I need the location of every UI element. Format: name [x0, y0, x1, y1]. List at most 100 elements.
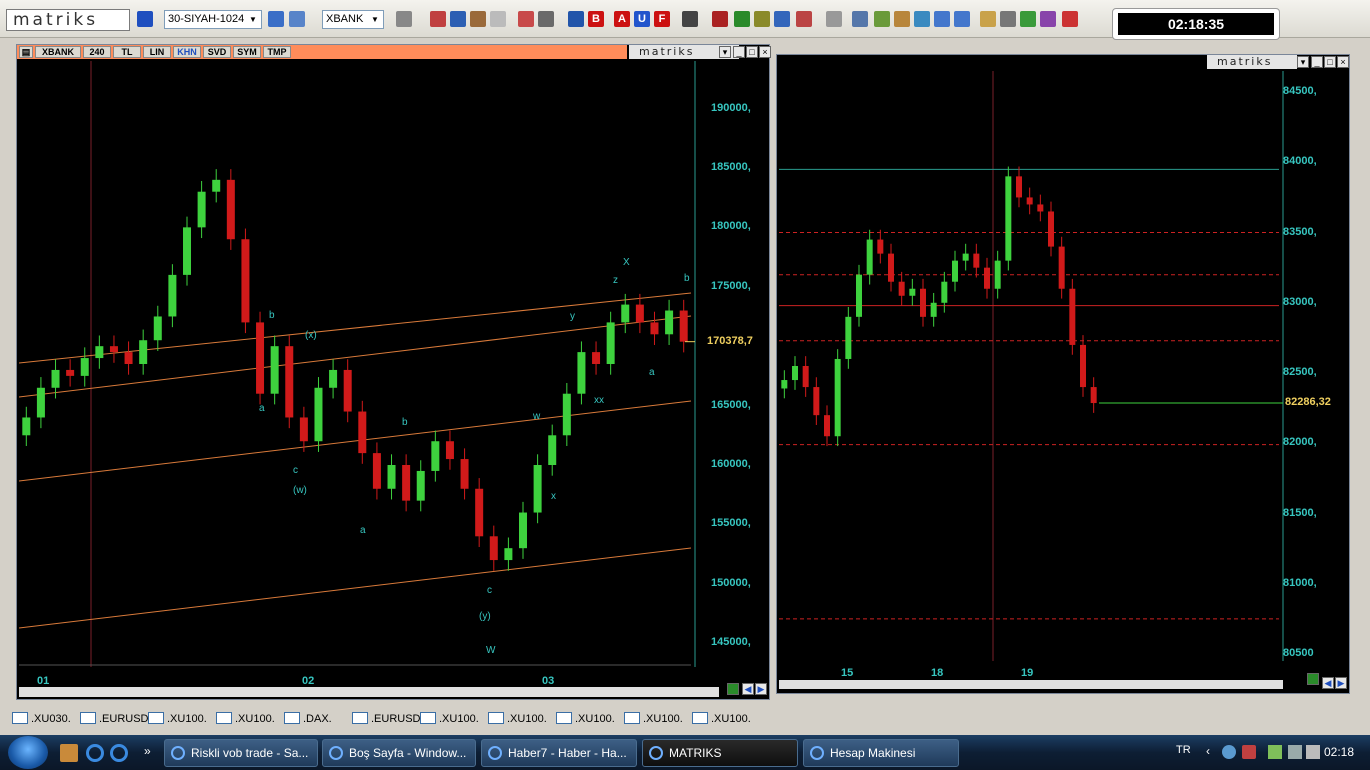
u-icon[interactable]: U	[634, 11, 650, 27]
a-icon[interactable]: A	[614, 11, 630, 27]
symbol-tab[interactable]: .XU030.	[12, 712, 71, 725]
wave-label: w	[533, 411, 541, 422]
chart-line-icon[interactable]	[430, 11, 446, 27]
symbol-tab[interactable]: .XU100.	[488, 712, 547, 725]
symbol-tab[interactable]: .XU100.	[148, 712, 207, 725]
horizontal-scrollbar[interactable]	[779, 680, 1283, 689]
chart-icon	[556, 712, 572, 724]
taskbar-button[interactable]: Haber7 - Haber - Ha...	[481, 739, 637, 767]
candle-body	[445, 441, 454, 460]
candle-body	[888, 253, 894, 282]
money-icon[interactable]	[734, 11, 750, 27]
scroll-left-icon[interactable]: ◀	[742, 683, 754, 695]
taskbar-button[interactable]: Riskli vob trade - Sa...	[164, 739, 318, 767]
restore-icon[interactable]	[954, 11, 970, 27]
print-icon[interactable]	[1000, 11, 1016, 27]
symbol-tab[interactable]: .EURUSD.	[80, 712, 152, 725]
users-icon[interactable]	[874, 11, 890, 27]
dropdown-icon[interactable]: ▾	[719, 46, 731, 58]
scroll-right-icon[interactable]: ▶	[755, 683, 767, 695]
eye-icon[interactable]	[712, 11, 728, 27]
refresh-icon[interactable]	[727, 683, 739, 695]
clock-icon[interactable]	[490, 11, 506, 27]
save-icon[interactable]	[137, 11, 153, 27]
maximize-button[interactable]: □	[1324, 56, 1336, 68]
b-icon[interactable]: B	[588, 11, 604, 27]
symbol-tab[interactable]: .XU100.	[556, 712, 615, 725]
message-icon[interactable]	[1040, 11, 1056, 27]
f-icon[interactable]: F	[654, 11, 670, 27]
maximize-button[interactable]: □	[746, 46, 758, 58]
tab-svd[interactable]: SVD	[203, 46, 231, 58]
alarm-icon[interactable]	[796, 11, 812, 27]
mail-icon[interactable]	[980, 11, 996, 27]
refresh-icon[interactable]	[1307, 673, 1319, 685]
calculator-icon[interactable]	[518, 11, 534, 27]
chevron-left-icon[interactable]: ‹	[1206, 744, 1210, 758]
language-indicator[interactable]: TR	[1176, 744, 1191, 756]
portfolio-icon[interactable]	[754, 11, 770, 27]
filter-icon[interactable]	[826, 11, 842, 27]
exit-icon[interactable]	[1062, 11, 1078, 27]
minimize-button[interactable]: _	[1311, 56, 1323, 68]
minimize-button[interactable]: _	[733, 46, 745, 58]
wifi-icon[interactable]	[1288, 745, 1302, 759]
tab-lin[interactable]: LIN	[143, 46, 171, 58]
alert-icon[interactable]	[1242, 745, 1256, 759]
draw-tool-icon[interactable]	[396, 11, 412, 27]
tab-khn[interactable]: KHN	[173, 46, 201, 58]
chart-window-icon[interactable]	[268, 11, 284, 27]
candle-body	[824, 415, 830, 437]
dropdown-icon[interactable]: ▾	[1297, 56, 1309, 68]
close-button[interactable]: ×	[759, 46, 771, 58]
tab-xbank[interactable]: XBANK	[35, 46, 81, 58]
chevron-down-icon[interactable]: ▼	[246, 12, 260, 27]
symbol-tab[interactable]: .EURUSD.	[352, 712, 424, 725]
network-icon[interactable]	[1222, 745, 1236, 759]
candlestick-chart[interactable]	[779, 71, 1349, 675]
connect-icon[interactable]	[914, 11, 930, 27]
taskbar-button[interactable]: MATRIKS	[642, 739, 798, 767]
ie-icon[interactable]	[110, 744, 128, 762]
tab-tmp[interactable]: TMP	[263, 46, 291, 58]
list-icon[interactable]	[289, 11, 305, 27]
news-icon[interactable]	[470, 11, 486, 27]
tab-sym[interactable]: SYM	[233, 46, 261, 58]
globe-icon[interactable]	[450, 11, 466, 27]
symbol-tab[interactable]: .XU100.	[420, 712, 479, 725]
menu-icon[interactable]: ▤	[19, 46, 33, 58]
folder-icon[interactable]	[60, 744, 78, 762]
window-icon[interactable]	[852, 11, 868, 27]
minimize-all-icon[interactable]	[934, 11, 950, 27]
scroll-right-icon[interactable]: ▶	[1335, 677, 1347, 689]
price-axis-label: 190000,	[711, 101, 751, 114]
crosshair-icon[interactable]	[682, 11, 698, 27]
person-icon[interactable]	[894, 11, 910, 27]
chevron-down-icon[interactable]: ▼	[368, 12, 382, 27]
symbol-select[interactable]: XBANK ▼	[322, 10, 384, 29]
start-button[interactable]	[8, 736, 48, 769]
chevron-icon[interactable]: »	[144, 744, 151, 758]
close-button[interactable]: ×	[1337, 56, 1349, 68]
candle-body	[845, 316, 852, 359]
battery-icon[interactable]	[1268, 745, 1282, 759]
symbol-tab[interactable]: .XU100.	[624, 712, 683, 725]
symbol-tab[interactable]: .DAX.	[284, 712, 332, 725]
volume-icon[interactable]	[1306, 745, 1320, 759]
horizontal-scrollbar[interactable]	[19, 687, 719, 697]
tab-tl[interactable]: TL	[113, 46, 141, 58]
signal-icon[interactable]	[568, 11, 584, 27]
symbol-tab[interactable]: .XU100.	[216, 712, 275, 725]
tab-240[interactable]: 240	[83, 46, 111, 58]
taskbar-button[interactable]: Boş Sayfa - Window...	[322, 739, 476, 767]
chat-icon[interactable]	[1020, 11, 1036, 27]
template-select[interactable]: 30-SIYAH-1024 ▼	[164, 10, 262, 29]
system-time: 02:18	[1324, 745, 1355, 759]
report-icon[interactable]	[774, 11, 790, 27]
ie-icon[interactable]	[86, 744, 104, 762]
symbol-tab[interactable]: .XU100.	[692, 712, 751, 725]
taskbar-button[interactable]: Hesap Makinesi	[803, 739, 959, 767]
scroll-left-icon[interactable]: ◀	[1322, 677, 1334, 689]
chart-area-icon[interactable]	[538, 11, 554, 27]
candlestick-chart[interactable]	[19, 61, 769, 697]
